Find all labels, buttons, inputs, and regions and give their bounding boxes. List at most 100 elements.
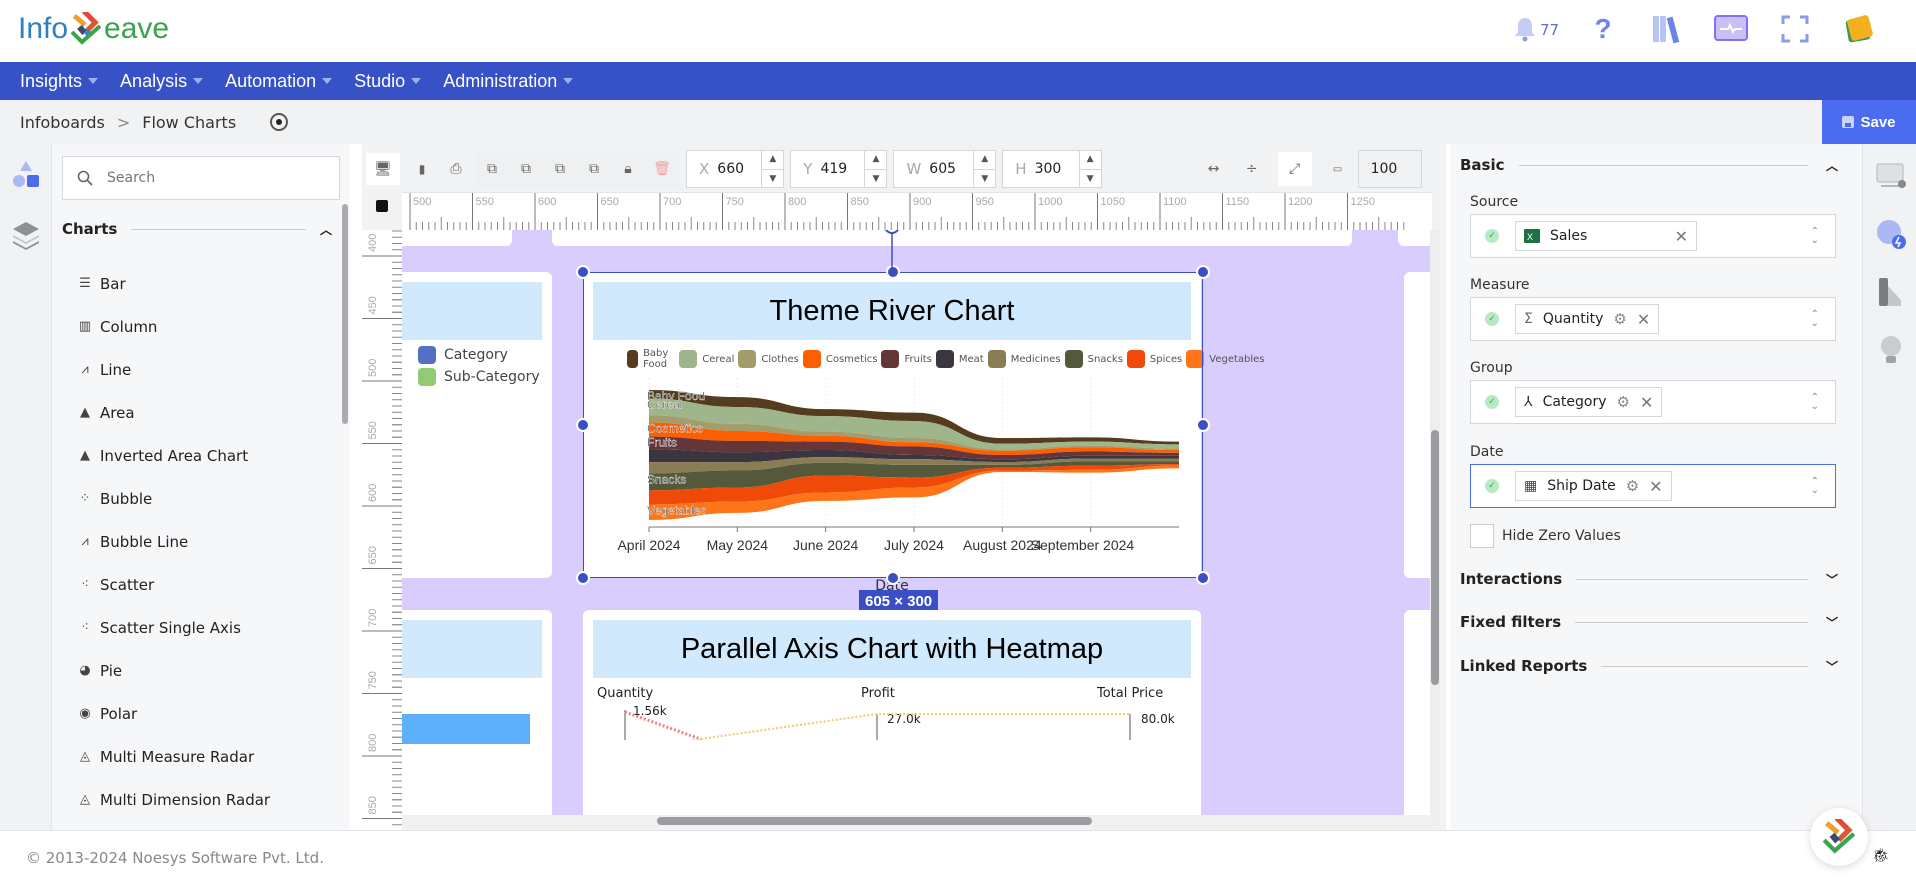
bring-to-front-icon[interactable]: ⧉ <box>514 157 538 181</box>
notifications-button[interactable]: 77 <box>1508 12 1559 46</box>
gear-icon[interactable]: ⚙ <box>1626 477 1639 495</box>
desktop-view-button[interactable]: 🖥 <box>366 153 400 185</box>
fit-screen-icon[interactable]: ⤢ <box>1277 152 1312 186</box>
fit-height-icon[interactable]: ÷ <box>1240 157 1264 181</box>
remove-icon[interactable]: ✕ <box>1637 310 1650 329</box>
panel-scrollbar[interactable] <box>342 204 348 424</box>
select-arrows-icon[interactable]: ⌃ ⌄ <box>1811 477 1819 496</box>
lightbulb-icon[interactable] <box>1875 334 1907 366</box>
width-field[interactable]: W 605 ▲ ▼ <box>893 150 997 189</box>
w-stepper[interactable]: ▲ ▼ <box>973 150 996 189</box>
search-input[interactable] <box>107 170 307 186</box>
chevron-up-icon[interactable]: ▲ <box>1079 150 1101 170</box>
select-arrows-icon[interactable]: ⌃ ⌄ <box>1811 310 1819 329</box>
bug-report-icon[interactable]: 🐞︎ <box>1872 848 1890 864</box>
checkbox[interactable] <box>1470 524 1494 548</box>
chart-type-item[interactable]: ▥ Column <box>76 305 270 348</box>
chevron-down-icon[interactable]: ▼ <box>762 170 783 189</box>
lock-icon[interactable]: 🔒︎ <box>616 157 640 181</box>
x-stepper[interactable]: ▲ ▼ <box>761 150 784 189</box>
select-arrows-icon[interactable]: ⌃ ⌄ <box>1811 393 1819 412</box>
chevron-up-icon[interactable]: ▲ <box>762 150 784 170</box>
legend-item[interactable]: Sub-Category <box>418 366 540 388</box>
monitor-button[interactable] <box>1714 12 1748 46</box>
remove-icon[interactable]: ✕ <box>1675 227 1688 246</box>
w-value[interactable]: 605 <box>929 161 973 177</box>
fit-width-icon[interactable]: ↔ <box>1202 157 1226 181</box>
linked-reports-section-header[interactable]: Linked Reports ﹀ <box>1460 657 1842 675</box>
nav-analysis[interactable]: Analysis <box>120 71 204 92</box>
chart-type-item[interactable]: ◉ Polar <box>76 692 270 735</box>
ruler-lock-icon[interactable] <box>376 200 388 212</box>
widget-card-top-right[interactable] <box>1398 230 1432 246</box>
chevron-down-icon[interactable]: ﹀ <box>1822 571 1842 588</box>
search-box[interactable] <box>62 156 340 200</box>
remove-icon[interactable]: ✕ <box>1649 477 1662 496</box>
chart-type-item[interactable]: ▲ Inverted Area Chart <box>76 434 270 477</box>
canvas-vertical-scrollbar[interactable] <box>1430 230 1440 825</box>
widget-card-top-left[interactable] <box>402 230 512 246</box>
zoom-level-field[interactable]: 100 <box>1357 150 1422 188</box>
height-field[interactable]: H 300 ▲ ▼ <box>1002 150 1102 189</box>
scroll-thumb[interactable] <box>1431 430 1439 685</box>
gear-icon[interactable]: ⚙ <box>1617 393 1630 411</box>
source-field[interactable]: ✓ X Sales ✕ ⌃ ⌄ <box>1470 214 1836 258</box>
date-field[interactable]: ✓ ▦ Ship Date ⚙ ✕ ⌃ ⌄ <box>1470 464 1836 508</box>
print-button[interactable]: ⎙ <box>444 157 468 181</box>
parallel-axis-widget[interactable]: Parallel Axis Chart with Heatmap Quantit… <box>583 610 1201 825</box>
resize-handle-sw[interactable] <box>576 571 590 585</box>
nav-automation[interactable]: Automation <box>225 71 333 92</box>
chart-type-item[interactable]: ⁖ Scatter Single Axis <box>76 606 270 649</box>
infoweave-logo[interactable]: Info eave <box>18 12 169 46</box>
select-arrows-icon[interactable]: ⌃ ⌄ <box>1811 227 1819 246</box>
chart-type-item[interactable]: ◬ Multi Measure Radar <box>76 735 270 778</box>
legend-item[interactable]: Category <box>418 344 540 366</box>
chevron-down-icon[interactable]: ﹀ <box>1822 658 1842 675</box>
chart-type-item[interactable]: ⁘ Bubble <box>76 477 270 520</box>
user-avatar[interactable] <box>1842 12 1876 46</box>
widget-card-bottom-left[interactable] <box>402 610 552 825</box>
theme-palette-icon[interactable] <box>1875 276 1907 308</box>
delete-icon[interactable]: 🗑︎ <box>650 157 674 181</box>
chart-type-item[interactable]: ⁖ Scatter <box>76 563 270 606</box>
remove-icon[interactable]: ✕ <box>1640 393 1653 412</box>
y-value[interactable]: 419 <box>820 161 864 177</box>
resize-handle-s[interactable] <box>886 571 900 585</box>
chart-type-item[interactable]: ⩘ Line <box>76 348 270 391</box>
measure-field[interactable]: ✓ Σ Quantity ⚙ ✕ ⌃ ⌄ <box>1470 297 1836 341</box>
shapes-icon[interactable] <box>11 160 41 190</box>
resize-handle-nw[interactable] <box>576 265 590 279</box>
widget-card-top[interactable] <box>552 230 1352 246</box>
chart-type-item[interactable]: ◬ Multi Dimension Radar <box>76 778 270 821</box>
scroll-thumb[interactable] <box>657 817 1092 825</box>
chevron-up-icon[interactable]: ︿ <box>1822 157 1842 174</box>
chevron-down-icon[interactable]: ▼ <box>1080 170 1101 189</box>
resize-handle-ne[interactable] <box>1196 265 1210 279</box>
widget-card-left[interactable]: Category Sub-Category <box>402 272 552 578</box>
library-button[interactable] <box>1650 12 1684 46</box>
chart-type-item[interactable]: ◕ Pie <box>76 649 270 692</box>
nav-administration[interactable]: Administration <box>443 71 574 92</box>
y-stepper[interactable]: ▲ ▼ <box>864 150 887 188</box>
performance-icon[interactable] <box>1875 218 1907 250</box>
chart-type-item[interactable]: ☰ Bar <box>76 262 270 305</box>
resize-handle-w[interactable] <box>576 418 590 432</box>
chevron-down-icon[interactable]: ﹀ <box>1822 614 1842 631</box>
widget-card-bottom-right[interactable] <box>1404 610 1432 825</box>
layers-icon[interactable] <box>11 220 41 250</box>
chevron-down-icon[interactable]: ▼ <box>974 170 995 189</box>
x-position-field[interactable]: X 660 ▲ ▼ <box>686 150 785 189</box>
send-to-back-icon[interactable]: ⧉ <box>582 157 606 181</box>
h-stepper[interactable]: ▲ ▼ <box>1078 150 1101 189</box>
widget-card-right[interactable] <box>1404 272 1432 578</box>
x-value[interactable]: 660 <box>717 161 761 177</box>
gear-icon[interactable]: ⚙ <box>1613 310 1626 328</box>
breadcrumb-infoboards[interactable]: Infoboards <box>20 113 105 132</box>
nav-studio[interactable]: Studio <box>354 71 422 92</box>
hide-zero-values-checkbox[interactable]: Hide Zero Values <box>1470 524 1621 548</box>
preview-eye-icon[interactable] <box>270 113 289 131</box>
assistant-button[interactable] <box>1810 808 1868 866</box>
chevron-up-icon[interactable]: ▲ <box>865 150 887 170</box>
chart-type-item[interactable]: ⩘ Bubble Line <box>76 520 270 563</box>
grid-size-icon[interactable]: ▭ <box>1326 157 1350 181</box>
